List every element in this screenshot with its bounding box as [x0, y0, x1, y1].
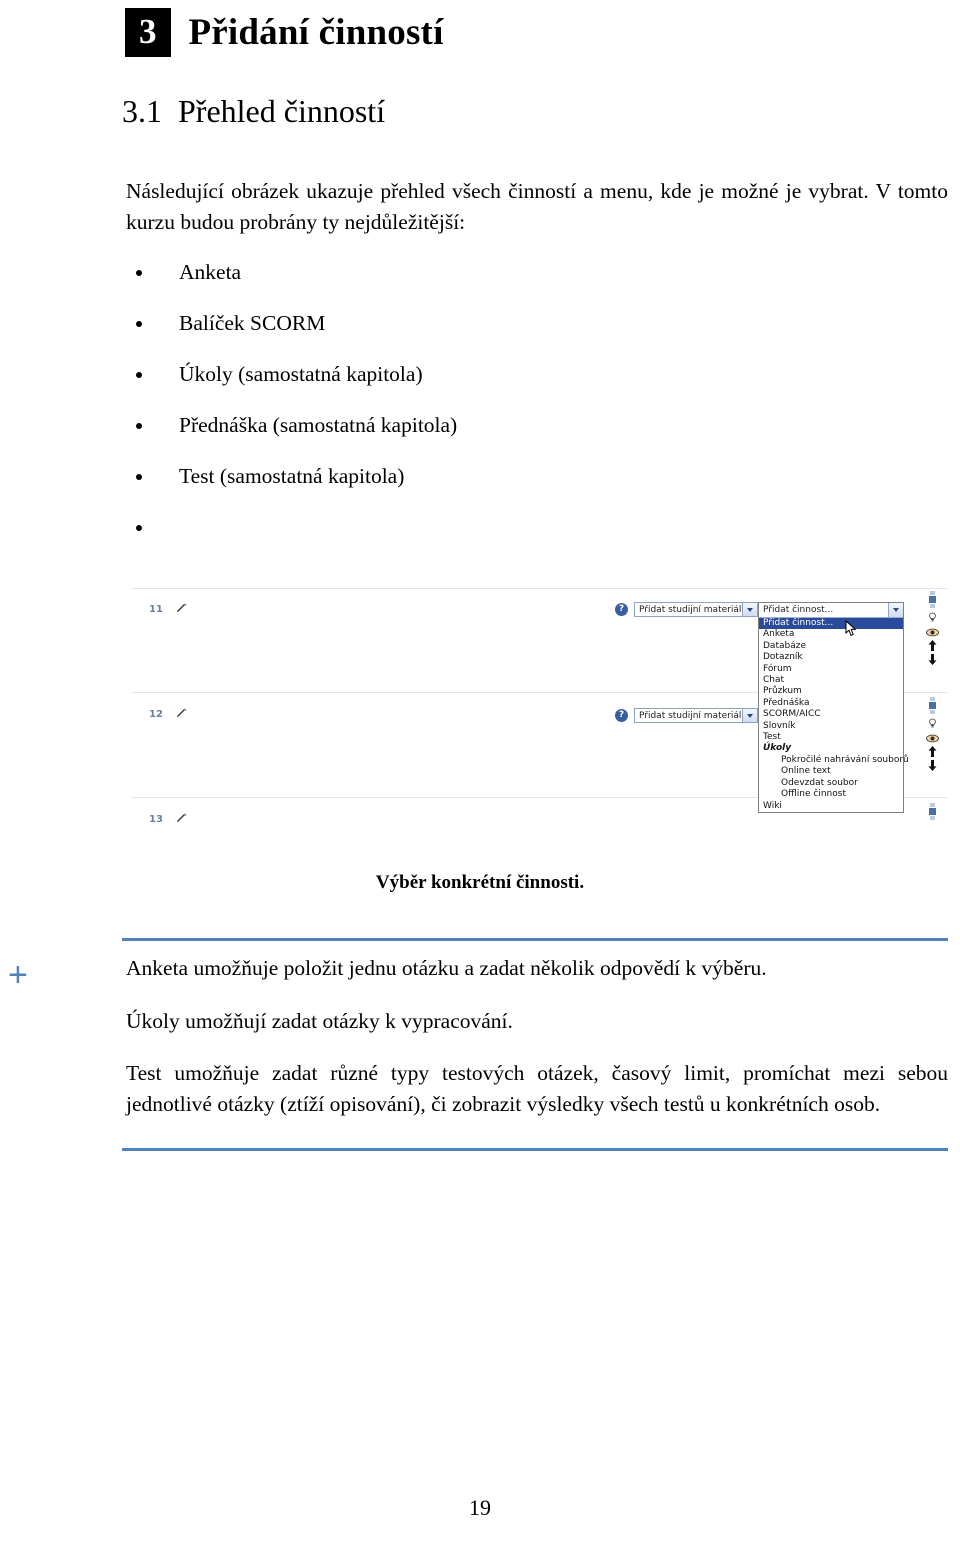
- highlight-marker-dots: [921, 591, 943, 608]
- arrow-down-icon[interactable]: [921, 654, 943, 665]
- highlight-marker-dots: [921, 803, 943, 820]
- tip-rule-top: [122, 938, 948, 941]
- marker-dot: [929, 591, 935, 595]
- page-number: 19: [469, 1495, 491, 1520]
- section-heading: 3.1 Přehled činností: [122, 93, 386, 129]
- chevron-down-icon[interactable]: [742, 709, 757, 722]
- add-activity-select-label: Přidat činnost...: [763, 605, 834, 615]
- dropdown-option[interactable]: Přednáška: [759, 698, 903, 709]
- marker-dot: [929, 803, 935, 807]
- add-resource-row-week11: ? Přidat studijní materiál... ?: [615, 602, 777, 617]
- week-number: 12: [149, 709, 163, 720]
- chevron-down-icon[interactable]: [888, 603, 903, 617]
- marker-dot-active[interactable]: [928, 808, 936, 815]
- dropdown-option[interactable]: Pokročilé nahrávání souborů: [759, 755, 909, 766]
- list-item: Přednáška (samostatná kapitola): [126, 412, 948, 440]
- dropdown-option[interactable]: Slovník: [759, 721, 903, 732]
- week-action-rail: [921, 590, 943, 668]
- intro-paragraph: Následující obrázek ukazuje přehled všec…: [126, 179, 948, 234]
- dropdown-option[interactable]: Offline činnost: [759, 789, 903, 800]
- help-question-icon[interactable]: ?: [615, 603, 628, 616]
- edit-pencil-icon[interactable]: [176, 813, 187, 824]
- tip-block: Anketa umožňuje položit jednu otázku a z…: [126, 953, 948, 1120]
- add-resource-select[interactable]: Přidat studijní materiál...: [634, 602, 758, 617]
- tip-plus-marker: +: [8, 956, 28, 994]
- marker-dot: [929, 816, 935, 820]
- tip-paragraph-ukoly: Úkoly umožňují zadat otázky k vypracován…: [126, 1008, 513, 1033]
- embedded-moodle-screenshot: 11 12 13 ? Přidat studijní materiál... ?…: [131, 588, 947, 860]
- mouse-pointer-icon: [845, 619, 858, 641]
- eye-icon[interactable]: [921, 732, 943, 743]
- arrow-up-icon[interactable]: [921, 640, 943, 651]
- add-resource-row-week12: ? Přidat studijní materiál... ?: [615, 708, 777, 723]
- marker-dot: [929, 697, 935, 701]
- add-activity-option-list: Přidat činnost... Anketa Databáze Dotazn…: [759, 618, 909, 812]
- dropdown-option[interactable]: Fórum: [759, 664, 903, 675]
- add-activity-select[interactable]: Přidat činnost...: [759, 603, 903, 618]
- edit-pencil-icon[interactable]: [176, 603, 187, 614]
- highlight-marker-dots: [921, 697, 943, 714]
- dropdown-option[interactable]: Wiki: [759, 801, 903, 812]
- chapter-heading: 3 Přidání činností: [125, 8, 444, 57]
- arrow-down-icon[interactable]: [921, 760, 943, 771]
- dropdown-option[interactable]: Dotazník: [759, 652, 903, 663]
- marker-dot: [929, 710, 935, 714]
- list-item: Anketa: [126, 259, 948, 287]
- dropdown-option[interactable]: Online text: [759, 766, 903, 777]
- activity-bullet-list: Anketa Balíček SCORM Úkoly (samostatná k…: [126, 259, 948, 538]
- dropdown-option-group: Úkoly: [763, 743, 792, 754]
- week-action-rail: [921, 696, 943, 774]
- chapter-title: Přidání činností: [188, 12, 444, 53]
- add-activity-dropdown[interactable]: Přidat činnost... Přidat činnost... Anke…: [758, 602, 909, 813]
- tip-rule-bottom: [122, 1148, 948, 1151]
- dropdown-option[interactable]: Průzkum: [759, 686, 903, 697]
- marker-dot-active[interactable]: [928, 596, 936, 603]
- add-resource-select-label: Přidat studijní materiál...: [639, 710, 750, 721]
- dropdown-option[interactable]: Anketa: [759, 629, 903, 640]
- arrow-up-icon[interactable]: [921, 746, 943, 757]
- add-resource-select-label: Přidat studijní materiál...: [639, 604, 750, 615]
- dropdown-option[interactable]: Databáze: [759, 641, 903, 652]
- body-content: Následující obrázek ukazuje přehled všec…: [126, 176, 948, 561]
- dropdown-option[interactable]: Test: [759, 732, 903, 743]
- dropdown-option[interactable]: Odevzdat soubor: [759, 778, 903, 789]
- chevron-down-icon[interactable]: [742, 603, 757, 616]
- eye-icon[interactable]: [921, 626, 943, 637]
- week-number: 11: [149, 604, 163, 615]
- dropdown-option[interactable]: Chat: [759, 675, 903, 686]
- dropdown-option[interactable]: Přidat činnost...: [759, 618, 903, 630]
- lightbulb-icon[interactable]: [921, 718, 943, 729]
- chapter-number-badge: 3: [125, 8, 171, 57]
- dropdown-option[interactable]: SCORM/AICC: [759, 709, 903, 720]
- list-item: Test (samostatná kapitola): [126, 463, 948, 491]
- tip-paragraph-anketa: Anketa umožňuje položit jednu otázku a z…: [126, 956, 767, 980]
- week-action-rail: [921, 802, 943, 824]
- marker-dot: [929, 604, 935, 608]
- marker-dot-active[interactable]: [928, 702, 936, 709]
- add-resource-select[interactable]: Přidat studijní materiál...: [634, 708, 758, 723]
- help-question-icon[interactable]: ?: [615, 709, 628, 722]
- figure-caption: Výběr konkrétní činnosti.: [375, 872, 585, 893]
- list-item: Úkoly (samostatná kapitola): [126, 361, 948, 389]
- list-item: [126, 514, 948, 538]
- tip-paragraph-test: Test umožňuje zadat různé typy testových…: [126, 1061, 948, 1117]
- week-number: 13: [149, 814, 163, 825]
- list-item: Balíček SCORM: [126, 310, 948, 338]
- lightbulb-icon[interactable]: [921, 612, 943, 623]
- edit-pencil-icon[interactable]: [176, 708, 187, 719]
